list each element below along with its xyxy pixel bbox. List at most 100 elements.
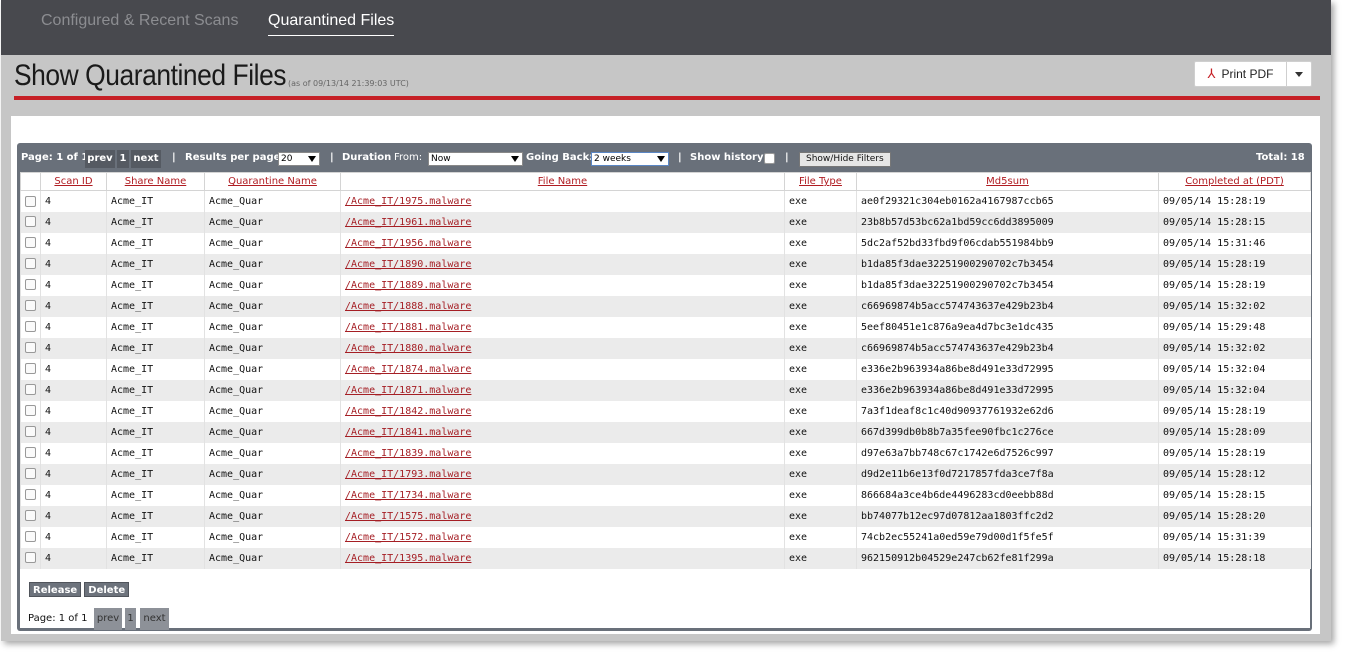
row-checkbox-cell (20, 211, 41, 233)
md5sum-cell: 23b8b57d53bc62a1bd59cc6dd3895009 (856, 211, 1159, 233)
page-1-button[interactable]: 1 (117, 150, 129, 168)
file-name-link[interactable]: /Acme_IT/1841.malware (345, 427, 471, 438)
file-name-link[interactable]: /Acme_IT/1575.malware (345, 511, 471, 522)
table-row: 4 Acme_IT Acme_Quar/Acme_IT/1881.malware ex… (20, 316, 1311, 338)
file-name-link[interactable]: /Acme_IT/1734.malware (345, 490, 471, 501)
tab-configured-recent-scans[interactable]: Configured & Recent Scans (41, 12, 238, 35)
quarantine-name-cell: Acme_Quar (204, 484, 341, 506)
col-completed-at[interactable]: Completed at (PDT) (1158, 172, 1311, 191)
md5sum-cell: b1da85f3dae32251900290702c7b3454 (856, 274, 1159, 296)
results-panel: Page: 1 of 1 prev 1 next | Results per p… (11, 116, 1320, 634)
row-checkbox[interactable] (25, 237, 36, 249)
col-md5sum[interactable]: Md5sum (856, 172, 1159, 191)
row-checkbox[interactable] (25, 447, 36, 459)
scan-id-cell: 4 (40, 295, 107, 317)
file-name-link[interactable]: /Acme_IT/1975.malware (345, 196, 471, 207)
row-checkbox[interactable] (25, 384, 36, 396)
file-type-cell: exe (784, 526, 857, 548)
md5sum-cell: c66969874b5acc574743637e429b23b4 (856, 295, 1159, 317)
file-name-link[interactable]: /Acme_IT/1888.malware (345, 301, 471, 312)
print-pdf-button-group: ⅄ Print PDF (1194, 61, 1312, 87)
row-checkbox-cell (20, 274, 41, 296)
file-name-link[interactable]: /Acme_IT/1871.malware (345, 385, 471, 396)
row-checkbox[interactable] (25, 489, 36, 501)
file-name-link[interactable]: /Acme_IT/1395.malware (345, 553, 471, 564)
file-name-link[interactable]: /Acme_IT/1793.malware (345, 469, 471, 480)
duration-from-select[interactable]: Now (428, 152, 523, 166)
quarantined-files-table: Scan ID Share Name Quarantine Name File … (20, 172, 1311, 569)
row-checkbox[interactable] (25, 216, 36, 228)
file-name-cell: /Acme_IT/1890.malware (340, 253, 785, 275)
file-type-cell: exe (784, 274, 857, 296)
going-back-select[interactable]: 2 weeks (591, 152, 669, 166)
table-row: 4 Acme_IT Acme_Quar/Acme_IT/1839.malware ex… (20, 442, 1311, 464)
row-checkbox[interactable] (25, 258, 36, 270)
bottom-next-button[interactable]: next (140, 608, 169, 630)
row-checkbox[interactable] (25, 405, 36, 417)
file-type-cell: exe (784, 316, 857, 338)
show-history-label: Show history: (690, 152, 768, 163)
table-row: 4 Acme_IT Acme_Quar/Acme_IT/1793.malware ex… (20, 463, 1311, 485)
row-checkbox[interactable] (25, 195, 36, 207)
md5sum-cell: 962150912b04529e247cb62fe81f299a (856, 547, 1159, 569)
col-file-type[interactable]: File Type (784, 172, 857, 191)
col-share-name[interactable]: Share Name (106, 172, 205, 191)
file-name-link[interactable]: /Acme_IT/1874.malware (345, 364, 471, 375)
row-checkbox[interactable] (25, 279, 36, 291)
share-name-cell: Acme_IT (106, 400, 205, 422)
file-name-link[interactable]: /Acme_IT/1839.malware (345, 448, 471, 459)
col-file-name[interactable]: File Name (340, 172, 785, 191)
file-name-link[interactable]: /Acme_IT/1572.malware (345, 532, 471, 543)
tab-quarantined-files[interactable]: Quarantined Files (268, 12, 395, 36)
completed-at-cell: 09/05/14 15:28:12 (1158, 463, 1311, 485)
results-per-page-select[interactable]: 20 (278, 152, 320, 166)
completed-at-cell: 09/05/14 15:31:46 (1158, 232, 1311, 254)
scan-id-cell: 4 (40, 421, 107, 443)
file-name-cell: /Acme_IT/1881.malware (340, 316, 785, 338)
file-name-link[interactable]: /Acme_IT/1881.malware (345, 322, 471, 333)
next-page-button[interactable]: next (131, 150, 161, 168)
file-name-link[interactable]: /Acme_IT/1842.malware (345, 406, 471, 417)
md5sum-cell: d97e63a7bb748c67c1742e6d7526c997 (856, 442, 1159, 464)
row-checkbox[interactable] (25, 300, 36, 312)
md5sum-cell: c66969874b5acc574743637e429b23b4 (856, 337, 1159, 359)
col-quarantine-name[interactable]: Quarantine Name (204, 172, 341, 191)
prev-page-button[interactable]: prev (85, 150, 115, 168)
row-checkbox[interactable] (25, 321, 36, 333)
scan-id-cell: 4 (40, 463, 107, 485)
file-name-link[interactable]: /Acme_IT/1889.malware (345, 280, 471, 291)
separator: | (678, 152, 682, 163)
release-button[interactable]: Release (29, 582, 82, 597)
bottom-prev-button[interactable]: prev (94, 608, 122, 630)
row-checkbox[interactable] (25, 468, 36, 480)
row-checkbox[interactable] (25, 510, 36, 522)
row-checkbox[interactable] (25, 363, 36, 375)
file-name-link[interactable]: /Acme_IT/1890.malware (345, 259, 471, 270)
row-checkbox-cell (20, 421, 41, 443)
bottom-page-1-button[interactable]: 1 (125, 608, 136, 630)
completed-at-cell: 09/05/14 15:32:04 (1158, 379, 1311, 401)
show-hide-filters-button[interactable]: Show/Hide Filters (799, 152, 891, 167)
print-options-dropdown[interactable] (1287, 71, 1311, 77)
print-pdf-button[interactable]: ⅄ Print PDF (1195, 62, 1287, 86)
file-name-link[interactable]: /Acme_IT/1880.malware (345, 343, 471, 354)
row-checkbox[interactable] (25, 531, 36, 543)
scan-id-cell: 4 (40, 190, 107, 212)
app-window: Configured & Recent Scans Quarantined Fi… (1, 0, 1331, 641)
completed-at-cell: 09/05/14 15:28:19 (1158, 274, 1311, 296)
table-row: 4 Acme_IT Acme_Quar/Acme_IT/1874.malware ex… (20, 358, 1311, 380)
delete-button[interactable]: Delete (84, 582, 130, 597)
quarantine-name-cell: Acme_Quar (204, 463, 341, 485)
file-name-cell: /Acme_IT/1793.malware (340, 463, 785, 485)
file-name-link[interactable]: /Acme_IT/1956.malware (345, 238, 471, 249)
header-divider (14, 96, 1320, 100)
row-checkbox[interactable] (25, 552, 36, 564)
show-history-checkbox[interactable] (764, 153, 775, 164)
file-name-link[interactable]: /Acme_IT/1961.malware (345, 217, 471, 228)
row-checkbox[interactable] (25, 342, 36, 354)
pdf-icon: ⅄ (1207, 66, 1216, 81)
col-scan-id[interactable]: Scan ID (40, 172, 107, 191)
row-checkbox[interactable] (25, 426, 36, 438)
file-type-cell: exe (784, 400, 857, 422)
md5sum-cell: bb74077b12ec97d07812aa1803ffc2d2 (856, 505, 1159, 527)
